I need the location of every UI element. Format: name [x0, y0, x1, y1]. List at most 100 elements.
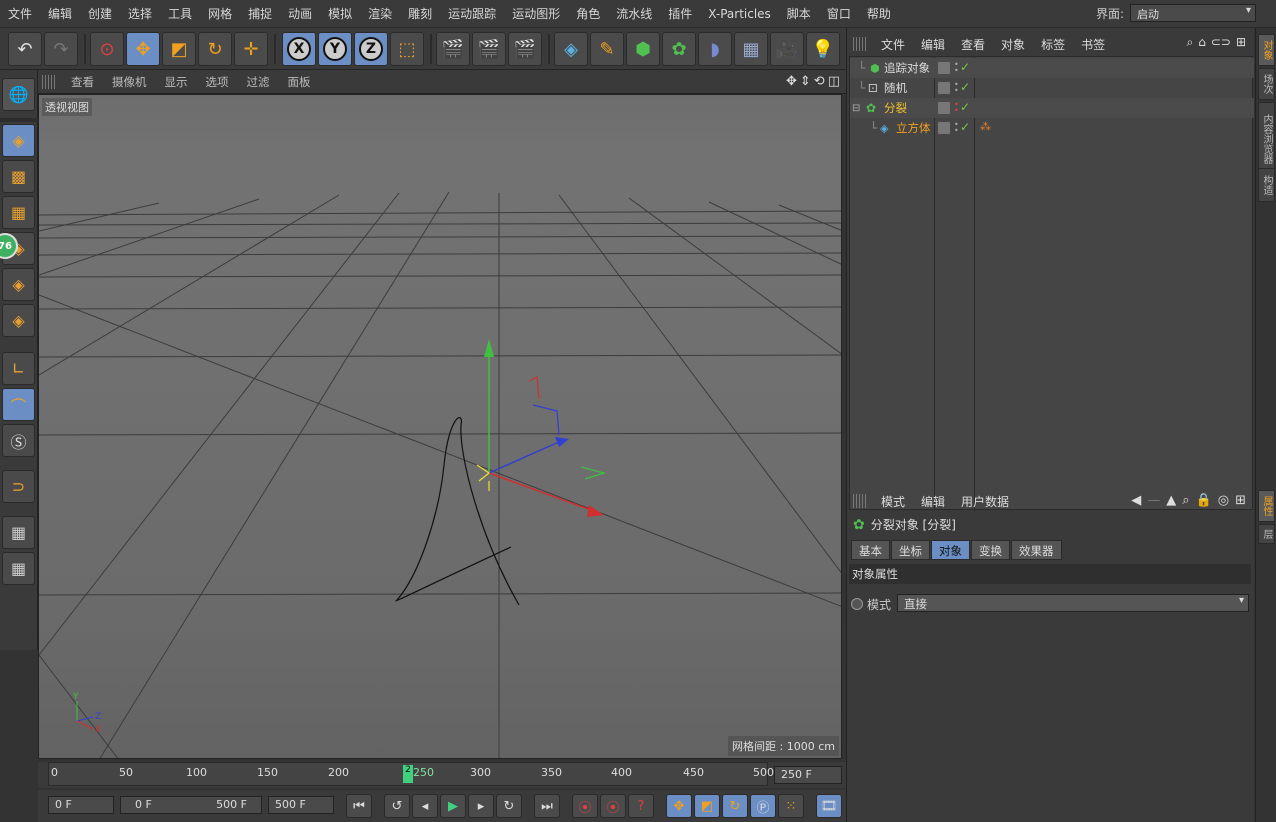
object-name[interactable]: 追踪对象 — [884, 60, 930, 76]
cube-object-icon[interactable]: ◈ — [554, 32, 588, 66]
object-name[interactable]: 分裂 — [884, 100, 907, 116]
menu-snap[interactable]: 捕捉 — [240, 5, 280, 22]
new-window-icon[interactable]: ⊞ — [1236, 35, 1246, 50]
prev-frame-icon[interactable]: ◂ — [412, 794, 438, 818]
side-tab-structure[interactable]: 构造 — [1258, 168, 1275, 202]
menu-animate[interactable]: 动画 — [280, 5, 320, 22]
render-dots-icon[interactable]: • • — [954, 121, 959, 135]
key-parameter-icon[interactable]: Ⓟ — [750, 794, 776, 818]
menu-render[interactable]: 渲染 — [360, 5, 400, 22]
key-rotation-icon[interactable]: ↻ — [722, 794, 748, 818]
viewport-menu-filter[interactable]: 过滤 — [238, 74, 279, 90]
solo-mode-icon[interactable]: Ⓢ — [2, 424, 35, 457]
animate-toggle[interactable] — [851, 598, 863, 610]
tab-object[interactable]: 对象 — [931, 540, 970, 560]
menu-file[interactable]: 文件 — [0, 5, 40, 22]
om-menu-tags[interactable]: 标签 — [1033, 36, 1073, 53]
editor-visibility-icon[interactable] — [938, 122, 950, 134]
pan-icon[interactable]: ✥ — [786, 74, 797, 89]
key-pla-icon[interactable]: ⁙ — [778, 794, 804, 818]
menu-x-particles[interactable]: X-Particles — [700, 7, 779, 21]
play-icon[interactable]: ▶ — [440, 794, 466, 818]
menu-pipeline[interactable]: 流水线 — [608, 5, 660, 22]
tab-basic[interactable]: 基本 — [851, 540, 890, 560]
undo-icon[interactable]: ↶ — [8, 32, 42, 66]
am-menu-mode[interactable]: 模式 — [873, 493, 913, 510]
keyframe-selection-icon[interactable]: ? — [628, 794, 654, 818]
polygons-mode-icon[interactable]: ◈ — [2, 304, 35, 337]
search-icon[interactable]: ⌕ — [1186, 35, 1193, 50]
link-icon[interactable]: ⊂⊃ — [1211, 35, 1231, 50]
menu-window[interactable]: 窗口 — [819, 5, 859, 22]
prev-key-icon[interactable]: ↺ — [384, 794, 410, 818]
pen-spline-icon[interactable]: ✎ — [590, 32, 624, 66]
menu-tools[interactable]: 工具 — [160, 5, 200, 22]
collapse-icon[interactable]: ⊟ — [852, 103, 860, 114]
target-icon[interactable]: ◎ — [1218, 493, 1229, 508]
om-menu-objects[interactable]: 对象 — [993, 36, 1033, 53]
coordinate-system-icon[interactable]: ⬚ — [390, 32, 424, 66]
menu-mesh[interactable]: 网格 — [200, 5, 240, 22]
viewport-menu-view[interactable]: 查看 — [62, 74, 103, 90]
zoom-icon[interactable]: ⇕ — [800, 74, 811, 89]
scale-tool-icon[interactable]: ◩ — [162, 32, 196, 66]
model-mode-icon[interactable]: ◈ — [2, 124, 35, 157]
record-keys-icon[interactable]: ⦿ — [572, 794, 598, 818]
am-menu-edit[interactable]: 编辑 — [913, 493, 953, 510]
snap-magnet-icon[interactable]: ⊃ — [2, 470, 35, 503]
object-name[interactable]: 立方体 — [896, 120, 931, 136]
workplane-align-icon[interactable]: ▦ — [2, 552, 35, 585]
workplane-lock-icon[interactable]: ▦ — [2, 516, 35, 549]
om-menu-view[interactable]: 查看 — [953, 36, 993, 53]
rotate-tool-icon[interactable]: ↻ — [198, 32, 232, 66]
interface-select[interactable]: 启动 — [1130, 4, 1256, 22]
move-tool-icon[interactable]: ✥ — [126, 32, 160, 66]
grip-icon[interactable] — [853, 37, 867, 51]
list-item[interactable]: └ ◈ 立方体 • • ✓ ⁂ — [850, 118, 1254, 138]
om-menu-file[interactable]: 文件 — [873, 36, 913, 53]
back-arrow-icon[interactable]: ◀ — [1131, 493, 1141, 508]
render-dots-icon[interactable]: • • — [954, 81, 959, 95]
render-dots-icon[interactable]: • • — [954, 101, 959, 115]
menu-character[interactable]: 角色 — [568, 5, 608, 22]
viewport-menu-display[interactable]: 显示 — [156, 74, 197, 90]
tab-effectors[interactable]: 效果器 — [1011, 540, 1062, 560]
texture-mode-icon[interactable]: ▩ — [2, 160, 35, 193]
perspective-viewport[interactable]: Y Z X 透视视图 网格间距 : 1000 cm — [38, 94, 842, 759]
make-editable-icon[interactable]: 🌐 — [2, 78, 35, 111]
current-frame-field[interactable]: 0 F — [48, 796, 114, 814]
side-tab-objects[interactable]: 对象 — [1258, 34, 1275, 66]
timeline-window-icon[interactable]: 🎞 — [816, 794, 842, 818]
tab-coordinates[interactable]: 坐标 — [891, 540, 930, 560]
preview-range-slider[interactable]: 0 F 500 F — [120, 796, 262, 814]
side-tab-layers[interactable]: 层 — [1258, 524, 1275, 544]
grip-icon[interactable] — [42, 74, 56, 89]
menu-create[interactable]: 创建 — [80, 5, 120, 22]
grip-icon[interactable] — [853, 494, 867, 508]
menu-help[interactable]: 帮助 — [859, 5, 899, 22]
end-frame-field[interactable]: 250 F — [774, 766, 842, 784]
tweak-mode-icon[interactable]: ⌒ — [2, 388, 35, 421]
edges-mode-icon[interactable]: ◈ — [2, 268, 35, 301]
floor-scene-icon[interactable]: ▦ — [734, 32, 768, 66]
home-icon[interactable]: ⌂ — [1198, 35, 1206, 50]
material-tag-icon[interactable]: ⁂ — [980, 120, 991, 133]
viewport-menu-options[interactable]: 选项 — [197, 74, 238, 90]
max-frame-field[interactable]: 500 F — [268, 796, 334, 814]
object-name[interactable]: 随机 — [884, 80, 907, 96]
orbit-icon[interactable]: ⟲ — [814, 74, 825, 89]
maximize-view-icon[interactable]: ◫ — [828, 74, 840, 89]
menu-edit[interactable]: 编辑 — [40, 5, 80, 22]
tab-transform[interactable]: 变换 — [971, 540, 1010, 560]
render-view-icon[interactable]: 🎬 — [436, 32, 470, 66]
editor-visibility-icon[interactable] — [938, 62, 950, 74]
enabled-check-icon[interactable]: ✓ — [960, 80, 970, 94]
viewport-menu-cameras[interactable]: 摄像机 — [103, 74, 156, 90]
playhead-marker[interactable]: 2 — [403, 765, 413, 783]
viewport-menu-panel[interactable]: 面板 — [279, 74, 320, 90]
editor-visibility-icon[interactable] — [938, 102, 950, 114]
list-item[interactable]: ⊟ ✿ 分裂 • • ✓ — [850, 98, 1254, 118]
menu-mograph[interactable]: 运动图形 — [504, 5, 568, 22]
side-tab-content-browser[interactable]: 内容浏览器 — [1258, 102, 1275, 176]
x-axis-lock-icon[interactable]: X — [282, 32, 316, 66]
